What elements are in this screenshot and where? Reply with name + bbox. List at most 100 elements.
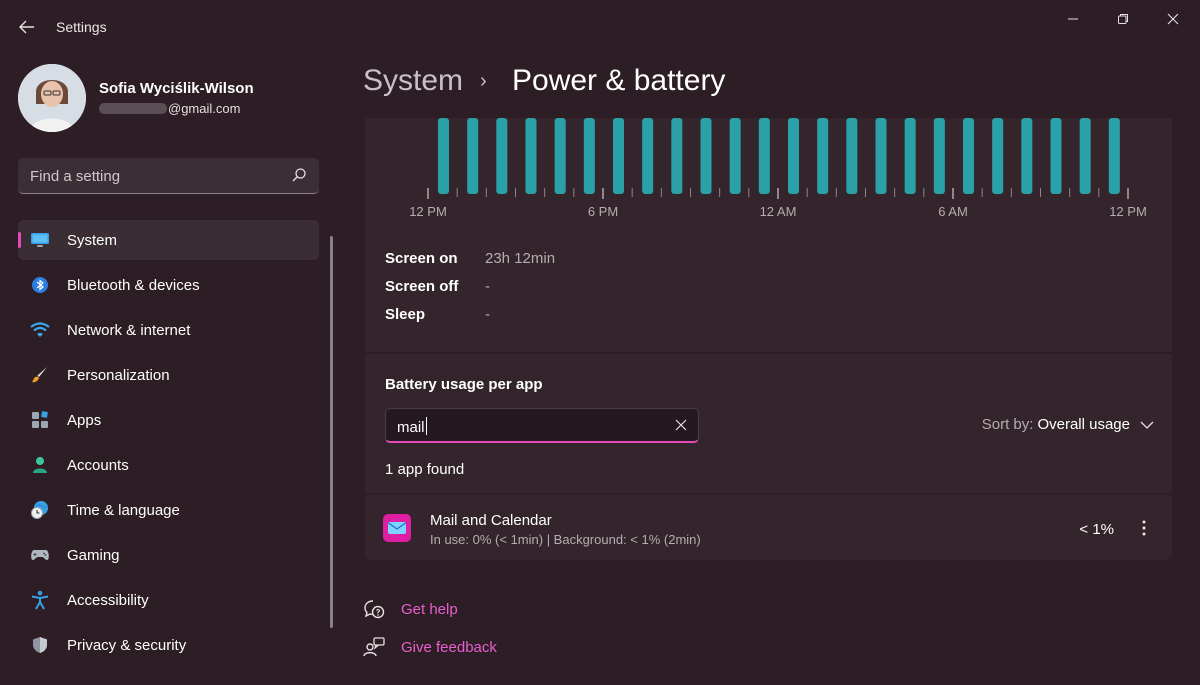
sidebar-item-accessibility[interactable]: Accessibility [18,580,319,620]
sidebar-item-accounts[interactable]: Accounts [18,445,319,485]
sidebar-item-bluetooth[interactable]: Bluetooth & devices [18,265,319,305]
usage-bar [963,118,974,194]
app-title: Settings [56,19,107,35]
close-button[interactable] [1150,4,1196,34]
sidebar-item-label: Gaming [67,547,120,564]
usage-bar [933,118,945,194]
get-help-label: Get help [401,600,458,618]
sidebar-item-network[interactable]: Network & internet [18,310,319,350]
avatar[interactable] [18,64,86,132]
stat-label: Screen off [385,278,459,295]
usage-bar [729,118,741,194]
app-filter-input[interactable]: mail [385,408,699,443]
shield-icon [30,636,50,654]
sidebar-item-label: System [67,232,118,249]
app-usage-row[interactable]: Mail and Calendar In use: 0% (< 1min) | … [365,495,1172,560]
minimize-button[interactable] [1050,4,1096,34]
stat-label: Sleep [385,306,426,323]
sidebar-item-label: Personalization [67,367,170,384]
usage-bar [875,118,887,194]
maximize-button[interactable] [1100,4,1146,34]
usage-bar [496,118,508,194]
paintbrush-icon [30,366,50,384]
section-title: Battery usage per app [385,376,543,393]
mail-icon [383,514,411,542]
app-name: Mail and Calendar [430,512,552,529]
sidebar-item-label: Accounts [67,457,129,474]
apps-icon [30,411,50,429]
tick-label: 6 PM [587,204,619,219]
usage-chart-card: 12 PM 6 PM 12 AM 6 AM 12 PM Screen on 23h 12… [365,118,1172,352]
title-bar: Settings [0,0,1200,52]
back-button[interactable] [14,14,40,40]
feedback-icon [363,637,385,657]
more-vertical-icon [1142,520,1146,536]
results-count: 1 app found [385,461,465,478]
filter-value: mail [397,417,427,436]
accessibility-icon [30,590,50,610]
usage-bar [642,118,654,194]
sort-dropdown[interactable]: Sort by: Overall usage [982,416,1154,433]
breadcrumb-parent[interactable]: System [363,64,463,98]
usage-bar [992,118,1004,194]
sidebar-item-label: Time & language [67,502,180,519]
give-feedback-label: Give feedback [401,638,497,656]
minimize-icon [1068,18,1078,20]
usage-bar [583,118,595,194]
breadcrumb-separator: › [480,70,487,92]
usage-bar [525,118,537,194]
sidebar-item-gaming[interactable]: Gaming [18,535,319,575]
sidebar-item-label: Network & internet [67,322,191,339]
monitor-icon [30,231,50,249]
clock-globe-icon [30,501,50,519]
get-help-link[interactable]: Get help [363,598,458,620]
sidebar-item-personalization[interactable]: Personalization [18,355,319,395]
gamepad-icon [30,546,50,564]
sidebar-item-label: Privacy & security [67,637,187,654]
close-icon [1167,13,1179,25]
usage-bar [554,118,566,194]
stat-label: Screen on [385,250,458,267]
sidebar-item-system[interactable]: System [18,220,319,260]
tick-label: 12 AM [759,204,797,219]
app-usage-detail: In use: 0% (< 1min) | Background: < 1% (… [430,532,701,547]
give-feedback-link[interactable]: Give feedback [363,636,497,658]
sidebar-item-time-language[interactable]: Time & language [18,490,319,530]
clear-icon[interactable] [674,418,688,432]
tick-label: 12 PM [1109,204,1147,219]
sidebar-item-label: Apps [67,412,102,429]
sidebar-item-apps[interactable]: Apps [18,400,319,440]
usage-bar [700,118,712,194]
avatar-image [18,64,86,132]
more-options-button[interactable] [1134,517,1154,539]
person-icon [30,456,50,474]
usage-bar [613,118,624,194]
bluetooth-icon [30,276,50,294]
usage-bar [758,118,770,194]
sidebar-item-label: Bluetooth & devices [67,277,200,294]
usage-bar [904,118,916,194]
usage-bar [846,118,858,194]
tick-label: 6 AM [938,204,968,219]
sidebar-scrollbar[interactable] [330,236,333,628]
page-title: Power & battery [512,64,726,97]
search-placeholder: Find a setting [30,168,121,185]
stat-value: - [485,278,490,295]
usage-bar [467,118,479,194]
usage-bar [1021,118,1033,194]
user-name: Sofia Wyciślik-Wilson [99,80,254,97]
back-arrow-icon [19,20,34,34]
tick-label: 12 PM [409,204,447,219]
stat-value: - [485,306,490,323]
usage-bar [788,118,799,194]
sort-label: Sort by: [981,416,1034,433]
sort-value: Overall usage [1037,416,1130,433]
search-input[interactable]: Find a setting [18,158,319,194]
search-icon [292,168,306,182]
sidebar-item-privacy-security[interactable]: Privacy & security [18,625,319,665]
redacted-email-prefix [99,103,167,114]
usage-bar [817,118,829,194]
usage-bar [1050,118,1062,194]
help-chat-icon [364,600,385,619]
user-email: @gmail.com [99,101,240,116]
